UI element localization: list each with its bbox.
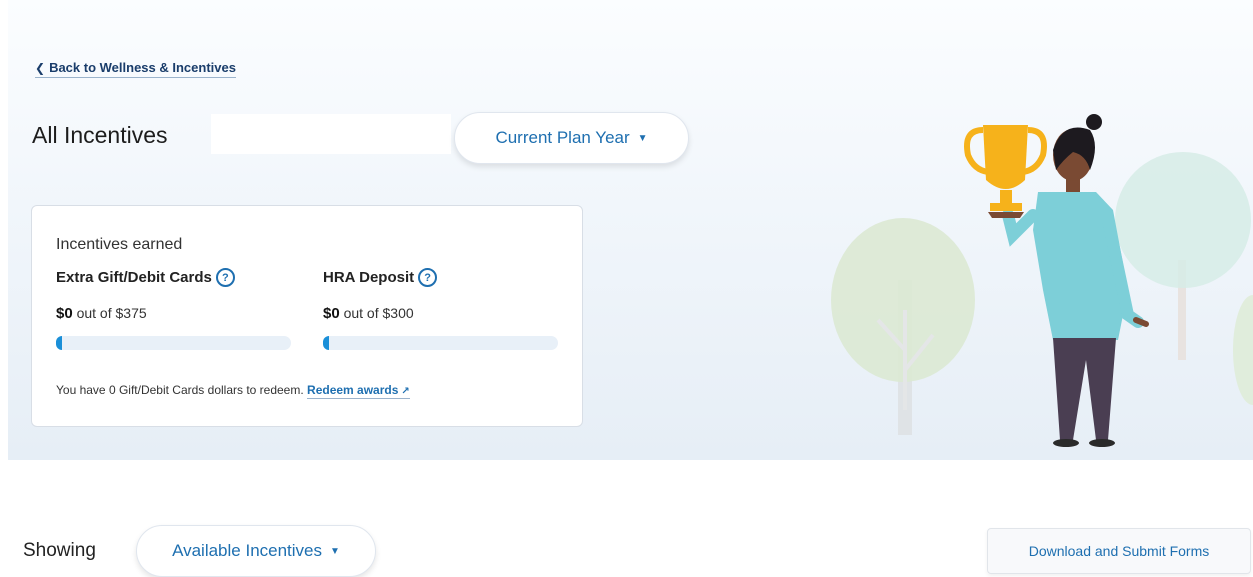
- incentive-amount: $0 out of $300: [323, 305, 558, 322]
- redeem-message: You have 0 Gift/Debit Cards dollars to r…: [56, 383, 410, 399]
- incentive-title: Extra Gift/Debit Cards: [56, 269, 212, 286]
- back-link-label: Back to Wellness & Incentives: [49, 60, 236, 75]
- download-submit-forms-button[interactable]: Download and Submit Forms: [987, 528, 1251, 574]
- chevron-down-icon: ▼: [330, 545, 340, 557]
- page-title: All Incentives: [32, 122, 168, 148]
- progress-fill: [323, 336, 329, 350]
- question-circle-icon[interactable]: ?: [418, 268, 438, 287]
- question-circle-icon[interactable]: ?: [215, 268, 235, 287]
- showing-label: Showing: [23, 540, 96, 561]
- incentive-title: HRA Deposit: [323, 269, 415, 286]
- incentive-amount: $0 out of $375: [56, 305, 291, 322]
- incentive-filter-label: Available Incentives: [172, 541, 323, 560]
- earned-amount: $0: [323, 305, 340, 322]
- total-amount: $375: [115, 305, 147, 321]
- redeem-message-text: You have 0 Gift/Debit Cards dollars to r…: [56, 383, 304, 397]
- card-heading: Incentives earned: [56, 236, 183, 253]
- redeem-awards-link[interactable]: Redeem awards ↗: [307, 383, 410, 399]
- total-amount: $300: [382, 305, 414, 321]
- incentives-earned-card: Incentives earned Extra Gift/Debit Cards…: [31, 205, 583, 427]
- redeem-link-label: Redeem awards: [307, 383, 399, 397]
- chevron-left-icon: ❮: [35, 61, 46, 75]
- amount-separator: out of: [343, 305, 379, 321]
- trophy-icon: [964, 125, 1047, 218]
- woman-figure-icon: [1002, 114, 1149, 447]
- incentive-filter-dropdown[interactable]: Available Incentives ▼: [136, 525, 376, 577]
- tree-right-icon: [1115, 152, 1253, 405]
- progress-bar: [56, 336, 291, 350]
- hero-banner: ❮ Back to Wellness & Incentives All Incen…: [8, 0, 1253, 460]
- progress-bar: [323, 336, 558, 350]
- back-to-wellness-link[interactable]: ❮ Back to Wellness & Incentives: [35, 60, 236, 78]
- trophy-illustration: [831, 114, 1253, 447]
- plan-year-dropdown[interactable]: Current Plan Year ▼: [454, 112, 689, 164]
- redacted-area: [211, 114, 451, 154]
- plan-year-label: Current Plan Year: [495, 128, 630, 147]
- progress-fill: [56, 336, 62, 350]
- incentive-gift-cards: Extra Gift/Debit Cards ? $0 out of $375: [56, 268, 291, 350]
- earned-amount: $0: [56, 305, 73, 322]
- tree-left-icon: [831, 218, 975, 435]
- chevron-down-icon: ▼: [637, 132, 648, 144]
- incentive-hra-deposit: HRA Deposit ? $0 out of $300: [323, 268, 558, 350]
- external-link-icon: ↗: [401, 386, 410, 397]
- amount-separator: out of: [76, 305, 112, 321]
